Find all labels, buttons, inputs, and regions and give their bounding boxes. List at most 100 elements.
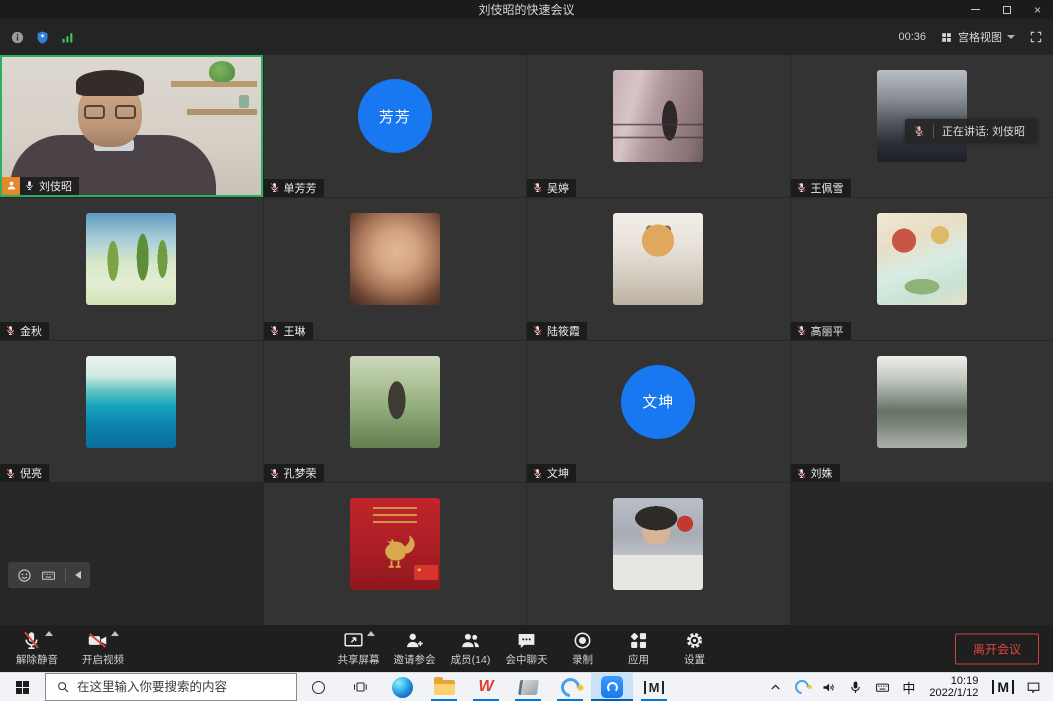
avatar — [350, 213, 440, 305]
mic-muted-icon — [532, 324, 543, 337]
cortana-button[interactable] — [297, 673, 339, 701]
tray-volume[interactable] — [815, 673, 842, 701]
file-explorer-app[interactable] — [423, 673, 465, 701]
task-view-button[interactable] — [339, 673, 381, 701]
settings-button[interactable]: 设置 — [672, 630, 718, 667]
avatar — [877, 356, 967, 448]
minimize-icon — [971, 9, 980, 10]
name-label: 吴婷 — [527, 179, 576, 197]
system-tray: 中 10:19 2022/1/12 M — [762, 673, 1053, 701]
grid-view-icon — [940, 31, 953, 44]
qq-app[interactable] — [549, 673, 591, 701]
video-grid: 刘伎昭 芳芳 单芳芳 吴婷 王佩雪 — [0, 55, 1053, 625]
avatar — [350, 356, 440, 448]
live-video — [2, 57, 261, 195]
tile-participant-7[interactable]: 高丽平 — [791, 198, 1053, 340]
tile-participant-2[interactable]: 吴婷 — [527, 55, 790, 197]
tile-participant-8[interactable]: 倪亮 — [0, 341, 263, 483]
tile-participant-11[interactable]: 刘姝 — [791, 341, 1053, 483]
participant-name: 单芳芳 — [284, 180, 317, 196]
apps-button[interactable]: 应用 — [616, 630, 662, 667]
view-label: 宫格视图 — [958, 29, 1002, 45]
chevron-up-icon[interactable] — [111, 631, 119, 636]
tile-participant-12[interactable] — [264, 483, 527, 625]
emoji-icon[interactable] — [17, 568, 32, 583]
mic-muted-icon — [21, 630, 42, 651]
invite-button[interactable]: 邀请参会 — [392, 630, 438, 667]
share-screen-button[interactable]: 共享屏幕 — [336, 630, 382, 667]
tile-participant-9[interactable]: 孔梦荣 — [264, 341, 527, 483]
fullscreen-icon[interactable] — [1029, 30, 1043, 44]
network-signal-icon[interactable] — [60, 30, 75, 45]
unmute-button[interactable]: 解除静音 — [14, 630, 60, 667]
chevron-up-icon — [768, 680, 783, 695]
m-app[interactable]: M — [633, 673, 675, 701]
name-label: 倪亮 — [0, 464, 49, 482]
edge-app[interactable] — [381, 673, 423, 701]
window-title: 刘伎昭的快速会议 — [478, 1, 574, 18]
tile-participant-4[interactable]: 金秋 — [0, 198, 263, 340]
participant-name: 刘姝 — [811, 465, 833, 481]
leave-meeting-button[interactable]: 离开会议 — [955, 633, 1039, 664]
keyboard-icon[interactable] — [41, 568, 56, 583]
members-button[interactable]: 成员(14) — [448, 630, 494, 667]
share-screen-icon — [343, 630, 364, 651]
meeting-app[interactable] — [591, 673, 633, 701]
meeting-info-icon[interactable] — [10, 30, 25, 45]
clock-date: 2022/1/12 — [929, 687, 978, 700]
mic-muted-icon — [796, 324, 807, 337]
chat-icon — [516, 630, 537, 651]
tile-participant-1[interactable]: 芳芳 单芳芳 — [264, 55, 527, 197]
mic-muted-icon — [269, 324, 280, 337]
members-icon — [460, 630, 481, 651]
window-titlebar: 刘伎昭的快速会议 × — [0, 0, 1053, 19]
security-shield-icon[interactable] — [35, 30, 50, 45]
mic-on-icon — [24, 179, 35, 192]
notes-app[interactable] — [507, 673, 549, 701]
tray-m-logo[interactable]: M — [986, 673, 1020, 701]
maximize-icon — [1003, 6, 1011, 14]
collapse-arrow-icon[interactable] — [75, 571, 81, 579]
tray-qq[interactable] — [789, 673, 815, 701]
close-button[interactable]: × — [1022, 0, 1053, 19]
name-label: 王佩雪 — [791, 179, 851, 197]
rooster-art — [372, 526, 418, 572]
meeting-header: 00:36 宫格视图 — [0, 19, 1053, 55]
ime-indicator[interactable]: 中 — [896, 673, 921, 701]
record-button[interactable]: 录制 — [560, 630, 606, 667]
notification-icon — [1026, 680, 1041, 695]
m-logo-icon: M — [992, 680, 1014, 694]
taskbar-search[interactable] — [45, 673, 297, 701]
taskbar-clock[interactable]: 10:19 2022/1/12 — [921, 675, 986, 700]
start-video-button[interactable]: 开启视频 — [80, 630, 126, 667]
floating-bar — [8, 562, 90, 588]
chevron-up-icon[interactable] — [45, 631, 53, 636]
action-center-button[interactable] — [1020, 673, 1047, 701]
tile-participant-10[interactable]: 文坤 文坤 — [527, 341, 790, 483]
avatar — [613, 213, 703, 305]
start-button[interactable] — [0, 673, 45, 701]
wps-app[interactable]: W — [465, 673, 507, 701]
view-switcher[interactable]: 宫格视图 — [940, 29, 1015, 45]
tile-participant-6[interactable]: 陆筱霞 — [527, 198, 790, 340]
tray-microphone[interactable] — [842, 673, 869, 701]
minimize-button[interactable] — [960, 0, 991, 19]
maximize-button[interactable] — [991, 0, 1022, 19]
avatar: 文坤 — [621, 365, 695, 439]
tray-touch-keyboard[interactable] — [869, 673, 896, 701]
name-label: 刘伎昭 — [2, 177, 79, 195]
participant-name: 陆筱霞 — [547, 323, 580, 339]
meeting-header-right: 00:36 宫格视图 — [898, 29, 1043, 45]
chat-button[interactable]: 会中聊天 — [504, 630, 550, 667]
avatar — [86, 213, 176, 305]
tile-participant-5[interactable]: 王琳 — [264, 198, 527, 340]
participant-name: 王佩雪 — [811, 180, 844, 196]
tray-expand-button[interactable] — [762, 673, 789, 701]
avatar — [877, 213, 967, 305]
search-input[interactable] — [77, 680, 296, 694]
participant-name: 王琳 — [284, 323, 306, 339]
tile-participant-13[interactable] — [527, 483, 790, 625]
chevron-up-icon[interactable] — [367, 631, 375, 636]
tile-participant-0[interactable]: 刘伎昭 — [0, 55, 263, 197]
meeting-timer: 00:36 — [898, 31, 926, 43]
